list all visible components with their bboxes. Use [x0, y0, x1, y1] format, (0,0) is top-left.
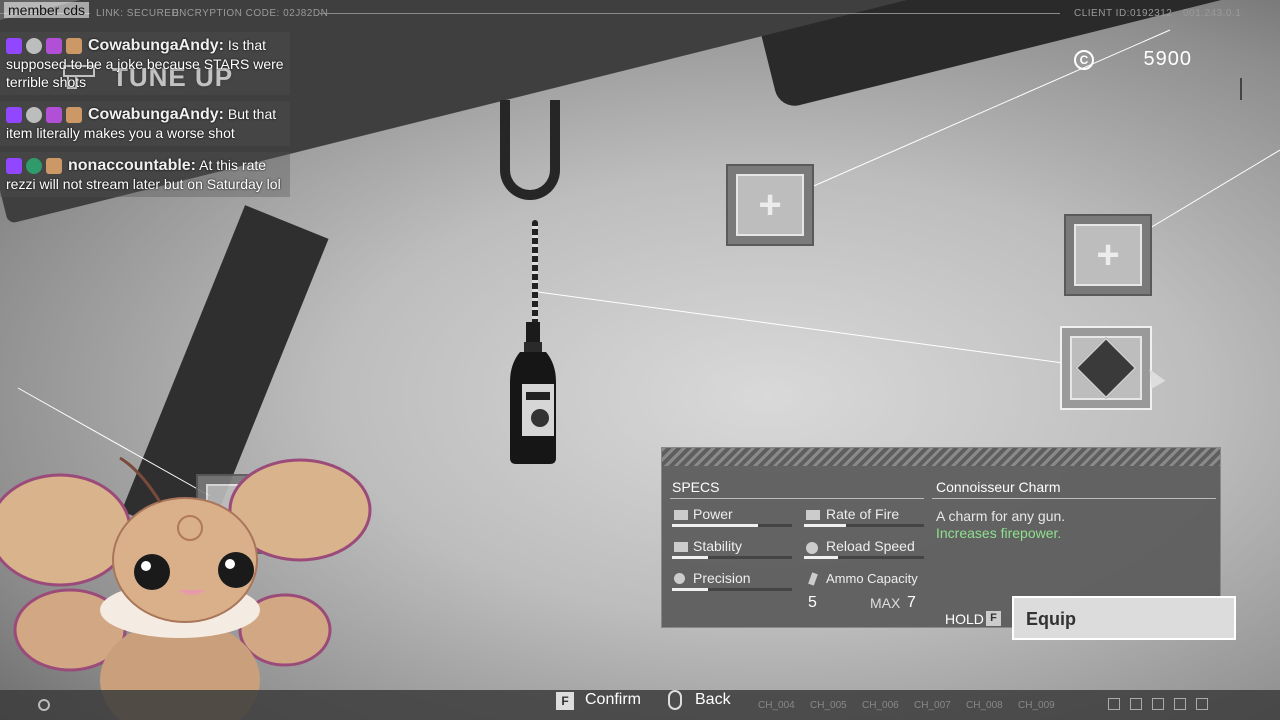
frame-icon[interactable]	[1152, 698, 1164, 710]
crosshair-icon	[674, 573, 685, 584]
stat-precision-bar	[672, 588, 792, 591]
key-f-icon: F	[986, 611, 1001, 626]
channel-label: CH_007	[914, 700, 951, 711]
grid-icon[interactable]	[1130, 698, 1142, 710]
encryption-code: ENCRYPTION CODE: 02J82DN	[172, 8, 329, 19]
item-effect: Increases firepower.	[936, 525, 1062, 541]
avatar-badge-icon	[26, 107, 42, 124]
reload-icon	[806, 542, 818, 554]
client-id: CLIENT ID:0192312	[1074, 8, 1173, 19]
back-button[interactable]: Back	[695, 691, 731, 709]
power-icon	[674, 510, 688, 520]
stat-rate-of-fire-bar	[804, 524, 924, 527]
chat-message: nonaccountable: At this rate rezzi will …	[0, 152, 290, 197]
twitch-icon	[6, 107, 22, 124]
divider	[670, 498, 924, 499]
stream-overlay-label: member cds	[4, 2, 90, 18]
stat-stability-label: Stability	[693, 538, 743, 554]
channel-label: CH_009	[1018, 700, 1055, 711]
user-badge-icon	[26, 158, 42, 175]
charm-slot-selected[interactable]	[1060, 326, 1152, 410]
equip-button-label: Equip	[1026, 609, 1076, 629]
chat-message: CowabungaAndy: Is that supposed to be a …	[0, 32, 290, 95]
channel-label: CH_008	[966, 700, 1003, 711]
panel-header-stripe	[662, 448, 1220, 466]
item-description: A charm for any gun.	[936, 508, 1066, 524]
chat-username: CowabungaAndy:	[88, 106, 224, 123]
equip-button[interactable]: Equip	[1012, 596, 1236, 640]
charm-icon	[1074, 336, 1138, 400]
figure-badge-icon	[66, 38, 82, 55]
stat-rate-of-fire-label: Rate of Fire	[826, 506, 900, 522]
rate-of-fire-icon	[806, 510, 820, 520]
confirm-button[interactable]: Confirm	[585, 691, 641, 709]
attachment-slot-empty[interactable]: +	[726, 164, 814, 246]
stat-stability-bar	[672, 556, 792, 559]
stat-power-label: Power	[693, 506, 733, 522]
stability-icon	[674, 542, 688, 552]
figure-badge-icon	[46, 158, 62, 175]
gun-charm-hook	[500, 100, 560, 200]
hold-label: HOLD	[945, 611, 984, 627]
item-name: Connoisseur Charm	[936, 479, 1061, 495]
attachment-slot-empty[interactable]: +	[1064, 214, 1152, 296]
channel-label: CH_005	[810, 700, 847, 711]
version-number: 001.243.0.1	[1183, 8, 1242, 19]
folder-icon[interactable]	[1174, 698, 1186, 710]
ammo-max-value: 7	[907, 594, 916, 611]
credits-icon: C	[1074, 50, 1094, 70]
specs-heading: SPECS	[672, 479, 720, 495]
charm-chain	[532, 220, 538, 330]
mouse-right-click-icon	[668, 690, 682, 710]
chat-badges	[6, 38, 82, 55]
chat-username: CowabungaAndy:	[88, 37, 224, 54]
credits-value: 5900	[1143, 48, 1192, 70]
ammo-current-value: 5	[808, 594, 817, 611]
divider	[1240, 78, 1242, 100]
link-status: LINK: SECURED	[96, 8, 180, 19]
stat-precision-label: Precision	[693, 570, 751, 586]
chat-badges	[6, 158, 62, 175]
chat-username: nonaccountable:	[68, 157, 197, 174]
trash-icon[interactable]	[1196, 698, 1208, 710]
stat-reload-speed-bar	[804, 556, 924, 559]
stat-reload-speed-label: Reload Speed	[826, 538, 915, 554]
twitch-icon	[6, 38, 22, 55]
bottle-charm	[510, 322, 556, 464]
twitch-icon	[6, 158, 22, 175]
top-status-bar: LINK: SECURED ENCRYPTION CODE: 02J82DN C…	[0, 0, 1280, 28]
chat-badges	[6, 107, 82, 124]
figure-badge-icon	[66, 107, 82, 124]
stat-power-bar	[672, 524, 792, 527]
avatar-badge-icon	[26, 38, 42, 55]
stream-chat: CowabungaAndy: Is that supposed to be a …	[0, 32, 290, 203]
ammo-icon	[808, 572, 818, 586]
gem-badge-icon	[46, 107, 62, 124]
key-f-icon: F	[556, 692, 574, 710]
plus-icon: +	[1096, 233, 1120, 277]
chat-message: CowabungaAndy: But that item literally m…	[0, 101, 290, 146]
channel-label: CH_004	[758, 700, 795, 711]
ammo-max-label: MAX	[870, 595, 901, 611]
vtuber-moth-avatar	[0, 456, 372, 720]
bottom-bar: F Confirm Back CH_004 CH_005 CH_006 CH_0…	[0, 690, 1280, 720]
stat-ammo-capacity-label: Ammo Capacity	[826, 571, 918, 586]
plus-icon: +	[758, 183, 782, 227]
channel-label: CH_006	[862, 700, 899, 711]
divider	[932, 498, 1216, 499]
cube-icon[interactable]	[1108, 698, 1120, 710]
gem-badge-icon	[46, 38, 62, 55]
search-icon[interactable]	[38, 699, 50, 711]
